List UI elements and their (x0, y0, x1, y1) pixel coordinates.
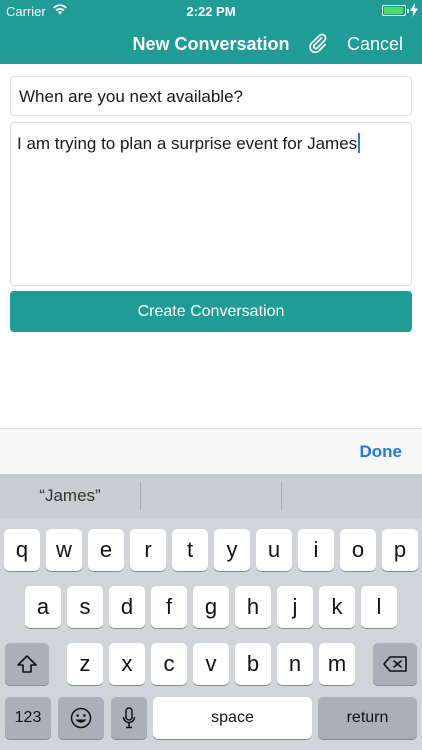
key-d[interactable]: d (109, 586, 145, 628)
keyboard: “James” qwertyuiop asdfghjkl zxcvbnm 123 s… (0, 474, 422, 750)
key-o[interactable]: o (340, 529, 376, 571)
subject-input[interactable]: When are you next available? (10, 76, 412, 116)
key-h[interactable]: h (235, 586, 271, 628)
suggestion-3[interactable] (282, 474, 422, 518)
key-l[interactable]: l (361, 586, 397, 628)
numbers-key[interactable]: 123 (5, 697, 51, 739)
cancel-button[interactable]: Cancel (340, 34, 410, 55)
key-f[interactable]: f (151, 586, 187, 628)
status-time: 2:22 PM (186, 4, 236, 19)
key-a[interactable]: a (25, 586, 61, 628)
emoji-icon (70, 707, 92, 729)
message-textarea[interactable]: I am trying to plan a surprise event for… (10, 122, 412, 286)
dictation-key[interactable] (111, 697, 147, 739)
key-b[interactable]: b (235, 643, 271, 685)
key-u[interactable]: u (256, 529, 292, 571)
shift-icon (17, 655, 37, 673)
battery-icon (382, 5, 409, 16)
key-v[interactable]: v (193, 643, 229, 685)
return-key[interactable]: return (318, 697, 417, 739)
space-key[interactable]: space (153, 697, 312, 739)
key-z[interactable]: z (67, 643, 103, 685)
key-x[interactable]: x (109, 643, 145, 685)
key-w[interactable]: w (46, 529, 82, 571)
done-button[interactable]: Done (360, 442, 403, 462)
status-bar: Carrier 2:22 PM (0, 0, 422, 22)
emoji-key[interactable] (58, 697, 104, 739)
key-c[interactable]: c (151, 643, 187, 685)
key-y[interactable]: y (214, 529, 250, 571)
backspace-icon (383, 656, 407, 672)
key-i[interactable]: i (298, 529, 334, 571)
key-q[interactable]: q (4, 529, 40, 571)
keyboard-accessory-bar: Done (0, 428, 422, 474)
nav-bar: Carrier 2:22 PM New Conversation Cancel (0, 0, 422, 64)
backspace-key[interactable] (373, 643, 417, 685)
charging-bolt-icon (410, 3, 418, 17)
paperclip-icon[interactable] (308, 32, 328, 54)
key-r[interactable]: r (130, 529, 166, 571)
text-cursor (358, 133, 361, 153)
key-n[interactable]: n (277, 643, 313, 685)
microphone-icon (122, 707, 136, 729)
key-e[interactable]: e (88, 529, 124, 571)
suggestion-2[interactable] (141, 474, 281, 518)
key-j[interactable]: j (277, 586, 313, 628)
key-t[interactable]: t (172, 529, 208, 571)
shift-key[interactable] (5, 643, 49, 685)
key-p[interactable]: p (382, 529, 418, 571)
key-g[interactable]: g (193, 586, 229, 628)
key-k[interactable]: k (319, 586, 355, 628)
page-title: New Conversation (132, 34, 290, 54)
key-s[interactable]: s (67, 586, 103, 628)
create-conversation-button[interactable]: Create Conversation (10, 291, 412, 332)
suggestion-bar: “James” (0, 474, 422, 518)
suggestion-1[interactable]: “James” (0, 474, 140, 518)
message-text: I am trying to plan a surprise event for… (17, 134, 358, 153)
battery-fill (384, 7, 403, 14)
key-m[interactable]: m (319, 643, 355, 685)
